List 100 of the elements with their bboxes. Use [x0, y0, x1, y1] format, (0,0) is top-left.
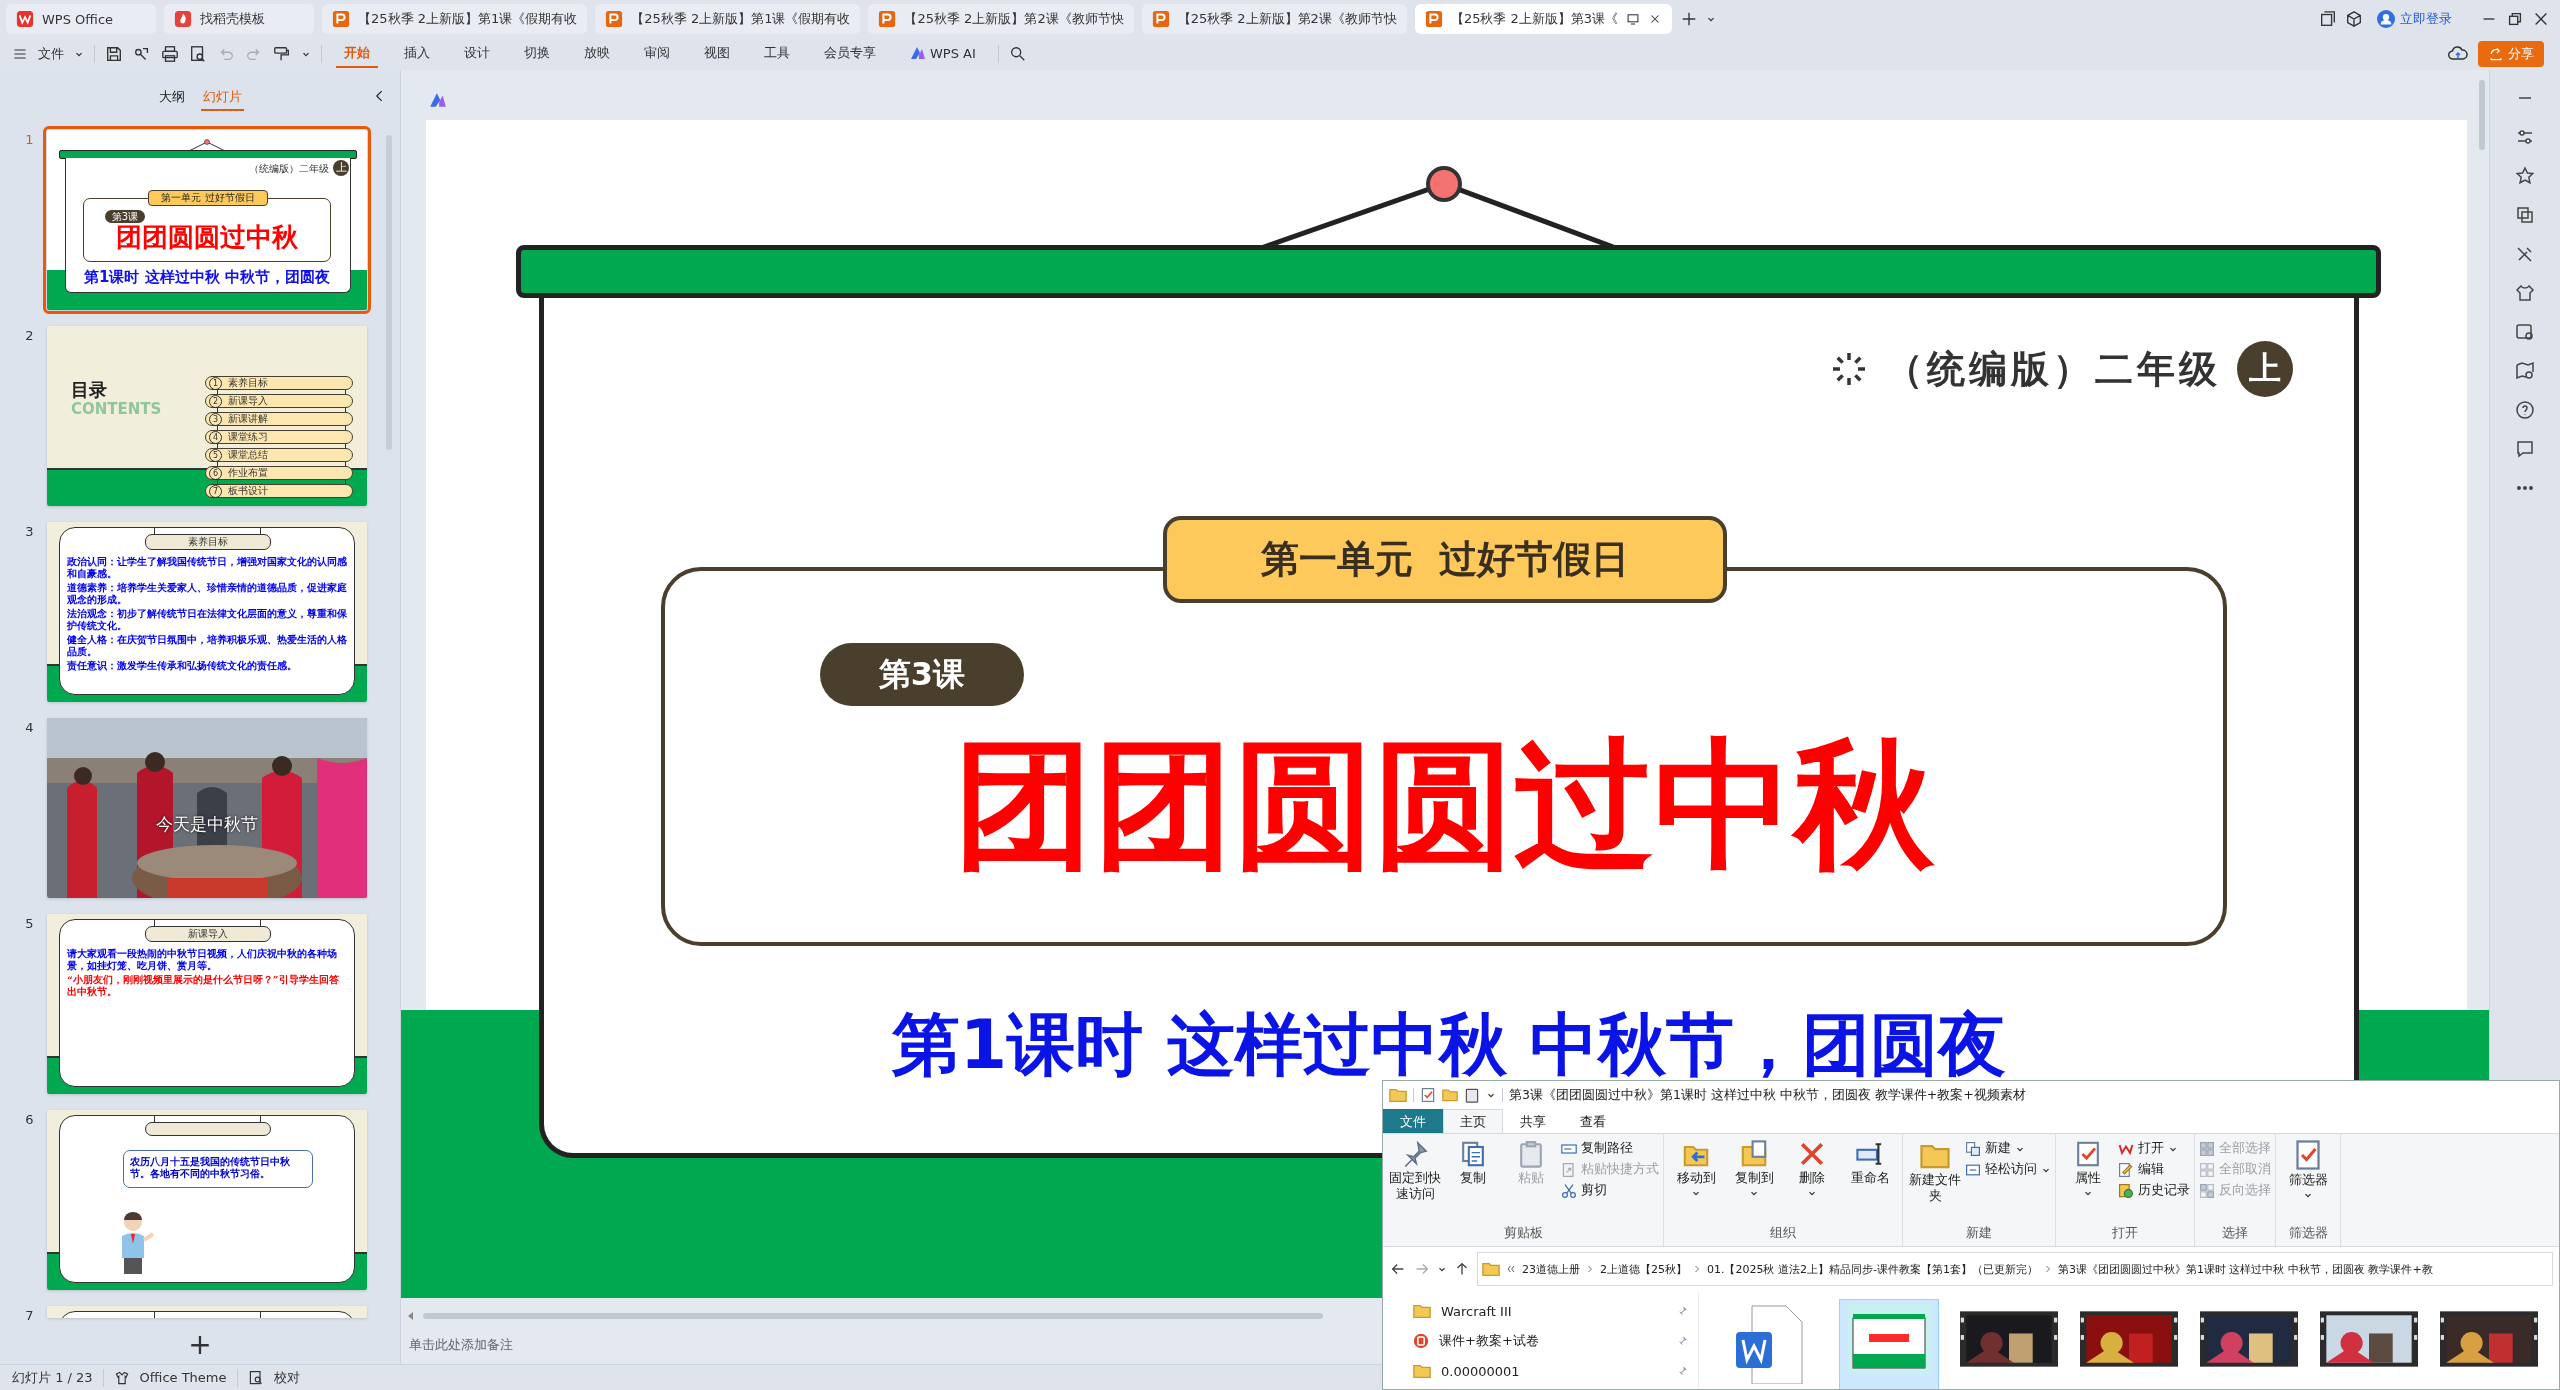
ribbon-button[interactable]: 筛选器	[2280, 1138, 2336, 1222]
ribbon-button[interactable]: 固定到快速访问	[1387, 1138, 1443, 1222]
properties-icon[interactable]	[1420, 1087, 1436, 1103]
restore-icon[interactable]	[2506, 10, 2524, 28]
copy-icon[interactable]	[2515, 205, 2535, 225]
nav-item[interactable]: 0.00000001	[1413, 1359, 1698, 1383]
sliders-icon[interactable]	[2515, 127, 2535, 147]
filter-icon[interactable]	[2293, 1140, 2323, 1170]
print-icon[interactable]	[161, 45, 179, 63]
notes-placeholder[interactable]: 单击此处添加备注	[409, 1336, 513, 1354]
document-tab[interactable]: 【25秋季 2上新版】第3课《	[1414, 4, 1673, 34]
menu-tab[interactable]: 放映	[576, 40, 618, 68]
theme-label[interactable]: Office Theme	[139, 1370, 227, 1385]
print-preview-icon[interactable]	[189, 45, 207, 63]
menu-tab[interactable]: 切换	[516, 40, 558, 68]
edit-icon[interactable]	[2118, 1161, 2134, 1178]
slide-thumbnail[interactable]: 农历八月十五是我国的传统节日中秋节。各地有不同的中秋节习俗。	[47, 1110, 367, 1290]
menu-tab[interactable]: 视图	[696, 40, 738, 68]
ribbon-button[interactable]: 删除	[1784, 1138, 1840, 1222]
new-item-icon[interactable]	[1965, 1140, 1981, 1157]
presentation-file-icon[interactable]	[332, 10, 350, 28]
slide-thumbnail[interactable]: 目录 CONTENTS 1 素养目标 2 新课导入 3 新课讲解 4 课堂练习 5 课堂总结 6 作业布置 7 板书设计	[47, 326, 367, 506]
help-icon[interactable]	[2515, 400, 2535, 420]
ribbon-button[interactable]: 打开	[2118, 1140, 2190, 1157]
menu-tab[interactable]: 审阅	[636, 40, 678, 68]
ribbon-tab[interactable]: 共享	[1503, 1109, 1563, 1133]
copy-icon[interactable]	[1459, 1140, 1487, 1168]
presentation-file-icon[interactable]	[1424, 10, 1443, 28]
logo-icon[interactable]	[16, 10, 34, 28]
scroll-left-icon[interactable]	[407, 1312, 415, 1320]
menu-icon[interactable]	[12, 46, 28, 62]
rename-icon[interactable]	[1856, 1140, 1884, 1168]
menu-tab[interactable]: 工具	[756, 40, 798, 68]
login-link[interactable]: 立即登录	[2377, 10, 2452, 28]
copy-folder-icon[interactable]	[1740, 1140, 1768, 1168]
slide-thumbnail[interactable]	[47, 1306, 367, 1318]
presentation-file-icon[interactable]	[878, 10, 897, 28]
search-icon[interactable]	[1008, 45, 1027, 63]
ribbon-tab[interactable]: 文件	[1383, 1109, 1443, 1133]
breadcrumb-item[interactable]: 第3课《团团圆圆过中秋》第1课时 这样过中秋 中秋节，团圆夜 教学课件+教	[2057, 1261, 2433, 1277]
map-search-icon[interactable]	[2515, 361, 2535, 381]
delete-icon[interactable]	[1798, 1140, 1826, 1168]
document-tab[interactable]: 【25秋季 2上新版】第1课《假期有收	[322, 4, 588, 34]
history-icon[interactable]	[2118, 1182, 2134, 1199]
template-icon[interactable]	[174, 10, 192, 28]
format-painter-icon[interactable]	[273, 45, 291, 63]
shirt-icon[interactable]	[2515, 283, 2535, 303]
address-bar[interactable]: 23道德上册 2上道德【25秋】 01.【2025秋 道法2上】精品同步-课件教案【第1套】（已更新完） 第3课《团团圆圆过中秋》第1课时 这样过中秋 中秋节，团圆夜 教学课件+教	[1477, 1252, 2553, 1286]
cube-icon[interactable]	[2345, 10, 2363, 28]
document-tab[interactable]: 【25秋季 2上新版】第1课《假期有收	[595, 4, 861, 34]
ribbon-button[interactable]: 复制到	[1726, 1138, 1782, 1222]
theme-icon[interactable]	[113, 1369, 130, 1386]
menu-tab[interactable]: 会员专享	[816, 40, 884, 68]
presentation-file-icon[interactable]	[605, 10, 624, 28]
view-tab[interactable]: 大纲	[156, 84, 187, 111]
scrollbar-thumb[interactable]	[423, 1313, 1323, 1319]
document-tab[interactable]: 找稻壳模板	[164, 4, 314, 34]
star-icon[interactable]	[2515, 166, 2535, 186]
ribbon-button[interactable]: 复制	[1445, 1138, 1501, 1222]
breadcrumb-item[interactable]: 01.【2025秋 道法2上】精品同步-课件教案【第1套】（已更新完）	[1707, 1261, 2038, 1277]
window-copy-icon[interactable]	[2319, 10, 2337, 28]
ribbon-button[interactable]: 重命名	[1842, 1138, 1898, 1222]
ribbon-button[interactable]: 轻松访问	[1965, 1161, 2051, 1178]
scissors-icon[interactable]	[1561, 1182, 1577, 1199]
menu-tab[interactable]: 设计	[456, 40, 498, 68]
nav-item[interactable]: Warcraft III	[1413, 1299, 1698, 1323]
ribbon-button[interactable]: 剪切	[1561, 1182, 1659, 1199]
ribbon-button[interactable]: 属性	[2060, 1138, 2116, 1222]
presentation-file-icon[interactable]	[1151, 10, 1170, 28]
screen-icon[interactable]	[1626, 12, 1641, 26]
proofing-label[interactable]: 校对	[273, 1368, 300, 1387]
ribbon-button[interactable]: 复制路径	[1561, 1140, 1659, 1157]
ribbon-tab[interactable]: 查看	[1563, 1109, 1623, 1133]
save-icon[interactable]	[105, 45, 123, 63]
new-folder-icon[interactable]	[1442, 1087, 1458, 1103]
ribbon-button[interactable]: 历史记录	[2118, 1182, 2190, 1199]
nav-item[interactable]: 课件+教案+试卷	[1413, 1329, 1698, 1353]
add-slide-button[interactable]: +	[188, 1330, 212, 1359]
file-menu[interactable]: 文件	[38, 43, 64, 65]
clipboard-icon[interactable]	[1464, 1087, 1480, 1103]
breadcrumb-item[interactable]: 2上道德【25秋】	[1600, 1261, 1687, 1277]
scrollbar-thumb[interactable]	[2479, 80, 2485, 150]
slide-thumbnail[interactable]: 素养目标 政治认同：让学生了解我国传统节日，增强对国家文化的认同感和自豪感。 道德素养：培养学生关爱家人、珍惜亲情的道德品质，促进家庭观念的形成。 法治观念：初步了解传统节日在法律文化层面的意义，尊重和保护传统文化。 健全人格：在庆贺节日氛围中，培养积极乐观、热爱生活的人格品质。 责任意识：激发学生传承和弘扬传统文化的责任感。	[47, 522, 367, 702]
ai-logo-icon[interactable]	[429, 92, 447, 108]
comment-icon[interactable]	[2515, 439, 2535, 459]
menu-tab[interactable]: WPS AI	[902, 41, 984, 67]
document-tab[interactable]: 【25秋季 2上新版】第2课《教师节快	[1141, 4, 1407, 34]
slide-thumbnail[interactable]: 新课导入 请大家观看一段热闹的中秋节日视频，人们庆祝中秋的各种场景，如挂灯笼、吃月饼、赏月等。 “小朋友们，刚刚视频里展示的是什么节日呀？”引导学生回答出中秋节。	[47, 914, 367, 1094]
image-search-icon[interactable]	[2515, 322, 2535, 342]
ribbon-button[interactable]: 编辑	[2118, 1161, 2190, 1178]
ribbon-tab[interactable]: 主页	[1443, 1109, 1503, 1133]
folder-icon[interactable]	[1389, 1086, 1407, 1104]
breadcrumb-item[interactable]: 23道德上册	[1522, 1261, 1580, 1277]
ribbon-button[interactable]: 新建	[1965, 1140, 2051, 1157]
document-tab[interactable]: 【25秋季 2上新版】第2课《教师节快	[868, 4, 1134, 34]
proofing-icon[interactable]	[247, 1369, 264, 1386]
ribbon-button[interactable]: 新建文件夹	[1907, 1138, 1963, 1222]
slide-thumbnail[interactable]: 今天是中秋节	[47, 718, 367, 898]
menu-tab[interactable]: 插入	[396, 40, 438, 68]
document-tab[interactable]: WPS Office	[6, 4, 156, 34]
